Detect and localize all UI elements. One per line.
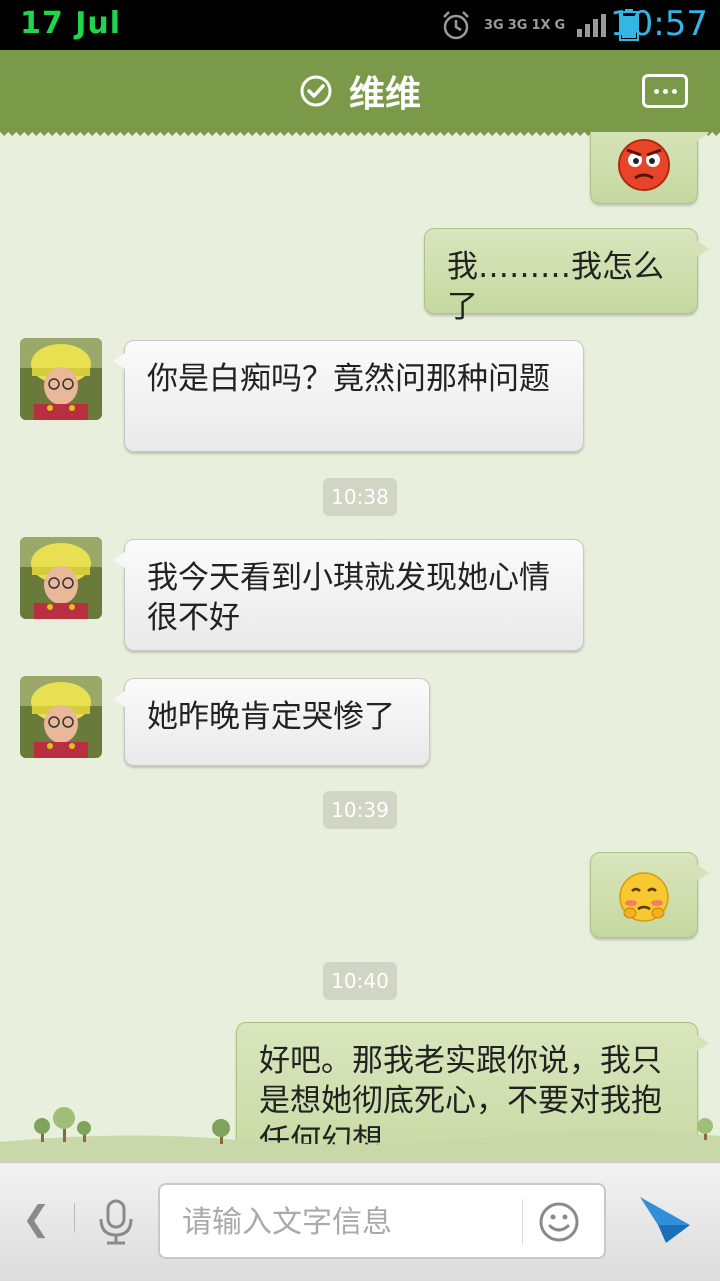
input-bar: ❮	[0, 1162, 720, 1281]
more-icon-dot	[671, 88, 677, 94]
embarrassed-face-icon	[619, 872, 669, 922]
angry-face-icon	[618, 139, 670, 191]
network-indicators: 3G 3G 1X G	[484, 19, 565, 32]
avatar-image	[20, 676, 102, 758]
message-bubble-outgoing[interactable]: 我………我怎么了	[424, 228, 709, 325]
network-label-g: G	[554, 17, 566, 33]
network-label-3g: 3G	[484, 17, 504, 33]
header-title-group: 维维	[0, 50, 720, 132]
message-text: 她昨晚肯定哭惨了	[147, 699, 395, 735]
message-text: 我今天看到小琪就发现她心情很不好	[147, 560, 550, 636]
more-icon-dot	[662, 88, 668, 94]
network-label-1x: 1X	[531, 17, 551, 33]
avatar-image	[20, 338, 102, 420]
avatar[interactable]	[20, 338, 102, 420]
divider	[74, 1203, 75, 1233]
avatar-image	[20, 537, 102, 619]
signal-icon	[577, 14, 607, 37]
message-input-field[interactable]	[158, 1183, 606, 1259]
status-time: 10:57	[610, 4, 708, 44]
message-bubble-incoming[interactable]: 我今天看到小琪就发现她心情很不好	[113, 539, 584, 651]
message-bubble-outgoing[interactable]	[590, 852, 709, 938]
microphone-icon[interactable]	[96, 1199, 136, 1245]
timestamp: 10:39	[323, 791, 397, 829]
avatar[interactable]	[20, 676, 102, 758]
chat-header: 维维	[0, 50, 720, 140]
status-date: 17 Jul	[20, 6, 121, 41]
message-bubble-incoming[interactable]: 你是白痴吗？竟然问那种问题	[113, 340, 584, 452]
message-text: 我………我怎么了	[447, 249, 664, 325]
message-bubble-outgoing[interactable]	[590, 132, 709, 204]
smiley-icon[interactable]	[538, 1201, 580, 1243]
avatar[interactable]	[20, 537, 102, 619]
more-button[interactable]	[642, 74, 688, 108]
status-bar: 17 Jul 3G 3G 1X G 10:57	[0, 0, 720, 50]
alarm-icon	[443, 11, 469, 40]
message-input[interactable]	[180, 1199, 514, 1245]
chevron-left-icon[interactable]: ❮	[22, 1199, 51, 1239]
message-list[interactable]: 我………我怎么了 你是白痴吗？竟然问那种问题 10:38 我今天看到小琪就发现她…	[0, 132, 720, 1162]
message-bubble-incoming[interactable]: 她昨晚肯定哭惨了	[113, 678, 430, 766]
contact-name: 维维	[348, 74, 421, 115]
network-label-3g-2: 3G	[507, 17, 528, 33]
send-icon[interactable]	[638, 1195, 692, 1245]
check-circle-icon	[300, 75, 332, 107]
message-text: 你是白痴吗？竟然问那种问题	[147, 361, 550, 397]
background-landscape	[0, 1107, 720, 1162]
divider	[522, 1199, 523, 1245]
more-icon-dot	[653, 88, 659, 94]
timestamp: 10:38	[323, 478, 397, 516]
timestamp: 10:40	[323, 962, 397, 1000]
